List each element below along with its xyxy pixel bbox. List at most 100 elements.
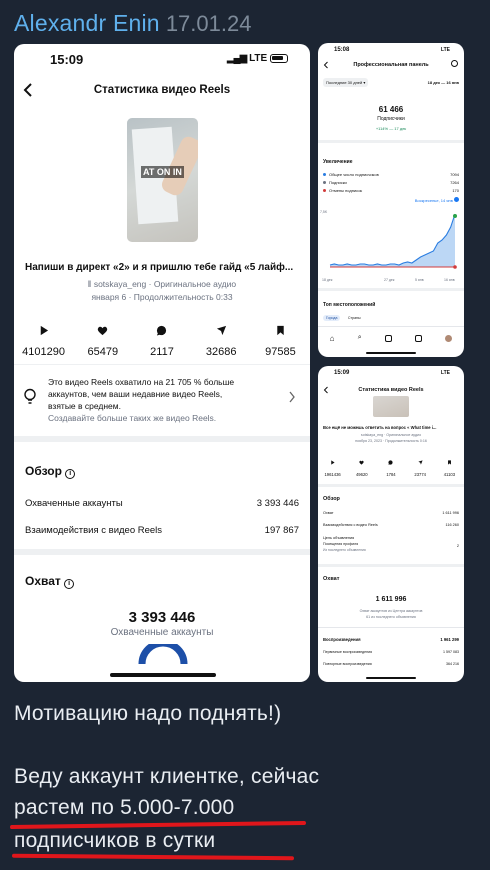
reach-value: 3 393 446	[128, 609, 196, 626]
followers-line-chart: 7,5K 18 дек 27 дек 5 янв 16 янв	[320, 210, 457, 282]
home-indicator	[366, 352, 416, 354]
video-caption[interactable]: Все ещё не можешь ответить на вопрос « W…	[323, 425, 436, 430]
peak-label: Воскресенье, 14 янв	[415, 197, 459, 203]
stat-item: 49620	[347, 452, 376, 477]
locations-title: Топ местоположений	[323, 302, 376, 308]
video-meta-date: января 6 · Продолжительность 0:33	[91, 292, 233, 302]
status-bar-icons: ▂▄▆ LTE	[227, 53, 288, 64]
heart-icon	[98, 326, 108, 336]
comment-icon	[157, 325, 167, 336]
home-icon[interactable]: ⌂	[330, 334, 335, 343]
info-icon[interactable]: i	[64, 579, 75, 589]
overview-row-value: 3 393 446	[256, 498, 299, 509]
info-icon	[454, 197, 459, 202]
avatar[interactable]	[445, 334, 453, 342]
date-range-select[interactable]: Последние 30 дней ▾	[323, 78, 369, 87]
stat-item: 65479	[73, 323, 132, 358]
page-title: Профессиональная панель	[353, 62, 429, 68]
overview-row-label: Охваченные аккаунты	[25, 498, 123, 509]
ad-goal-sub: Посещения профиля	[323, 542, 359, 546]
tab-cities[interactable]: Города	[323, 315, 341, 321]
stat-item: 41103	[435, 452, 464, 477]
video-thumbnail[interactable]: AT ON IN	[127, 118, 198, 242]
followers-value: 61 466	[378, 105, 404, 114]
end-point	[453, 265, 457, 269]
page-title: Статистика видео Reels	[358, 387, 424, 393]
status-time: 15:08	[334, 47, 350, 53]
lightbulb-icon	[24, 388, 36, 404]
screenshot-reels-stats[interactable]: 15:09 ▂▄▆ LTE Статистика видео Reels AT …	[14, 44, 310, 682]
date-range-label: 18 дек — 16 янв	[427, 80, 459, 85]
overview-row-label: Взаимодействия с видео Reels	[323, 523, 378, 527]
video-meta-audio: sotskaya_eng · Оригинальное аудио	[360, 433, 422, 437]
chevron-right-icon[interactable]	[288, 391, 296, 403]
stat-value: 32686	[205, 346, 237, 358]
growth-badge: +114% — 17 дек	[375, 126, 407, 131]
y-tick: 7,5K	[320, 210, 328, 214]
message-line: Веду аккаунт клиентке, сейчас	[14, 765, 320, 788]
share-icon	[216, 325, 226, 336]
bookmark-icon	[447, 460, 451, 465]
ad-goal-label: Цель объявления	[323, 536, 355, 540]
reels-icon[interactable]	[415, 334, 423, 342]
x-tick: 27 дек	[384, 278, 395, 282]
video-thumbnail[interactable]	[373, 396, 409, 417]
create-icon[interactable]	[384, 334, 392, 342]
stat-item: 1961436	[318, 452, 347, 477]
screenshot-reels-stats-2[interactable]: 15:09 LTE Статистика видео Reels Все ещё…	[318, 366, 464, 682]
red-underline	[9, 820, 307, 830]
growth-row-label: Подписки	[329, 180, 347, 185]
reach-note: 61 из последнего объявления	[366, 615, 416, 619]
insight-line-3: взятые в среднем.	[48, 401, 121, 411]
stat-item: 23774	[406, 452, 435, 477]
play-icon	[40, 325, 49, 336]
overview-title: Обзор i	[25, 464, 76, 479]
stat-value: 23774	[414, 472, 427, 477]
red-underline	[11, 853, 295, 861]
reach-note: Охват аккаунтов из Центра аккаунтов	[359, 609, 423, 613]
network-label: LTE	[440, 370, 450, 376]
insight-line-1: Это видео Reels охватило на 21 705 % бол…	[48, 377, 235, 387]
video-caption[interactable]: Напиши в директ «2» и я пришлю тебе гайд…	[25, 262, 293, 273]
overview-row-label: Охват	[323, 511, 334, 515]
post-date: 17.01.24	[165, 11, 252, 36]
overview-row-value: 197 867	[264, 525, 299, 536]
thumbnail-text: AT ON IN	[141, 166, 184, 178]
peak-point	[453, 214, 457, 218]
network-label: LTE	[249, 53, 268, 64]
bookmark-icon	[277, 325, 284, 336]
stat-item: 1784	[376, 452, 405, 477]
plays-label: Воспроизведения	[323, 637, 361, 642]
network-label: LTE	[440, 47, 450, 53]
stat-value: 1784	[386, 472, 396, 477]
info-icon[interactable]: i	[65, 469, 76, 479]
stat-value: 1961436	[324, 472, 341, 477]
reach-label: Охваченные аккаунты	[110, 627, 214, 638]
screenshot-professional-dashboard[interactable]: 15:08 LTE Профессиональная панель Послед…	[318, 43, 464, 357]
ad-goal-note: Из последнего объявления	[323, 548, 366, 552]
author-name[interactable]: Alexandr Enin	[14, 10, 160, 36]
share-icon	[418, 460, 423, 465]
plays-value: 1 961 299	[440, 637, 459, 642]
insight-link[interactable]: Создавайте больше таких же видео Reels.	[48, 413, 216, 423]
battery-icon	[270, 53, 288, 63]
x-tick: 16 янв	[444, 278, 455, 282]
message-line: растем по 5.000-7.000	[14, 796, 235, 819]
stat-value: 97585	[265, 346, 296, 358]
legend-dot	[323, 189, 326, 192]
search-icon[interactable]: ⌕	[358, 334, 362, 342]
message-line: Мотивацию надо поднять!)	[14, 702, 282, 725]
plays-row-value: 364 216	[446, 662, 459, 666]
stat-item: 32686	[192, 323, 251, 358]
message-line: подписчиков в сутки	[14, 829, 216, 852]
ad-goal-value: 2	[456, 544, 459, 548]
reach-title: Охват i	[25, 574, 75, 589]
settings-icon[interactable]	[451, 60, 458, 67]
legend-dot	[323, 173, 326, 176]
comment-icon	[388, 460, 394, 465]
status-time: 15:09	[50, 52, 84, 67]
tab-countries[interactable]: Страны	[345, 315, 363, 321]
growth-title: Увеличение	[323, 159, 353, 165]
reach-title: Охват	[323, 576, 340, 582]
legend-dot	[323, 181, 326, 184]
